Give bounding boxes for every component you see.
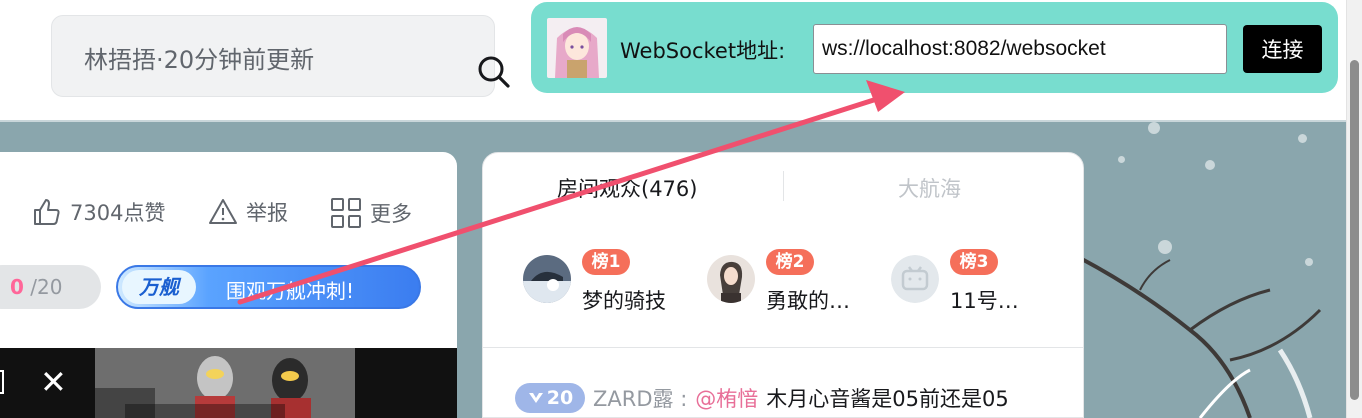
tab-guard[interactable]: 大航海 bbox=[898, 173, 961, 203]
more-label: 更多 bbox=[370, 202, 412, 226]
like-count: 7304点赞 bbox=[70, 201, 166, 225]
websocket-label: WebSocket地址: bbox=[620, 39, 786, 63]
anime-avatar-image bbox=[547, 18, 607, 78]
scrollbar-thumb[interactable] bbox=[1350, 60, 1359, 400]
page-scrollbar[interactable] bbox=[1346, 0, 1362, 418]
report-label: 举报 bbox=[246, 201, 288, 225]
rank-item[interactable]: 榜1 梦的骑技 bbox=[523, 249, 693, 319]
default-avatar-icon bbox=[891, 255, 939, 303]
more-button[interactable]: 更多 bbox=[330, 197, 412, 229]
grid-more-icon bbox=[331, 198, 361, 228]
websocket-panel: WebSocket地址: 连接 bbox=[531, 2, 1338, 93]
fan-medal-badge: 20 bbox=[515, 383, 585, 413]
search-box[interactable]: 林捂捂·20分钟前更新 bbox=[51, 15, 510, 97]
tab-room-audience[interactable]: 房间观众(476) bbox=[557, 173, 697, 203]
websocket-url-input[interactable] bbox=[813, 24, 1227, 74]
counter-current: 0 bbox=[10, 275, 24, 299]
rank-name: 勇敢的… bbox=[766, 289, 850, 313]
danmaku-counter: 0 /20 bbox=[0, 265, 101, 309]
chat-text: 木月心音酱是05前还是05 bbox=[766, 387, 1009, 411]
top-header: 林捂捂·20分钟前更新 WebSocket地址: 连接 bbox=[0, 0, 1346, 120]
player-control-icon[interactable] bbox=[0, 370, 4, 394]
warning-icon bbox=[209, 199, 237, 224]
chat-mention[interactable]: @栯愔 bbox=[695, 383, 758, 413]
thumbs-up-icon bbox=[34, 199, 60, 225]
rank-badge: 榜2 bbox=[766, 249, 814, 275]
search-input[interactable]: 林捂捂·20分钟前更新 bbox=[84, 40, 314, 75]
rank-badge: 榜1 bbox=[582, 249, 630, 275]
report-button[interactable]: 举报 bbox=[208, 197, 288, 227]
close-icon[interactable]: ✕ bbox=[40, 366, 67, 398]
rank-name: 11号… bbox=[950, 289, 1019, 313]
counter-total: /20 bbox=[30, 275, 63, 299]
promo-banner-button[interactable]: 万舰 围观万舰冲刺! bbox=[116, 265, 421, 309]
promo-text: 围观万舰冲刺! bbox=[226, 279, 355, 303]
like-button[interactable]: 7304点赞 bbox=[32, 197, 165, 227]
medal-icon bbox=[528, 393, 543, 403]
rank-name: 梦的骑技 bbox=[582, 289, 666, 313]
video-info-card: 7304点赞 举报 更多 0 /20 万舰 围观万舰冲刺! ✕ bbox=[0, 152, 457, 418]
rank-badge: 榜3 bbox=[950, 249, 998, 275]
video-thumbnail[interactable] bbox=[95, 348, 355, 418]
rank-item[interactable]: 榜2 勇敢的… bbox=[707, 249, 877, 319]
rank-item[interactable]: 榜3 11号… bbox=[891, 249, 1061, 319]
tree-branch-image bbox=[1080, 256, 1322, 418]
avatar bbox=[707, 255, 755, 303]
chat-username[interactable]: ZARD露 : bbox=[593, 383, 687, 413]
audience-panel: 房间观众(476) 大航海 榜1 梦的骑技 榜2 勇敢的… 榜3 11号… 20… bbox=[482, 152, 1084, 418]
chat-message[interactable]: 20 ZARD露 : @栯愔 木月心音酱是05前还是05 bbox=[515, 383, 1009, 413]
search-icon[interactable] bbox=[477, 55, 511, 89]
promo-badge: 万舰 bbox=[122, 270, 196, 304]
avatar bbox=[523, 255, 571, 303]
connect-button[interactable]: 连接 bbox=[1243, 25, 1322, 73]
medal-level: 20 bbox=[546, 387, 574, 409]
video-player-strip: ✕ bbox=[0, 348, 457, 418]
